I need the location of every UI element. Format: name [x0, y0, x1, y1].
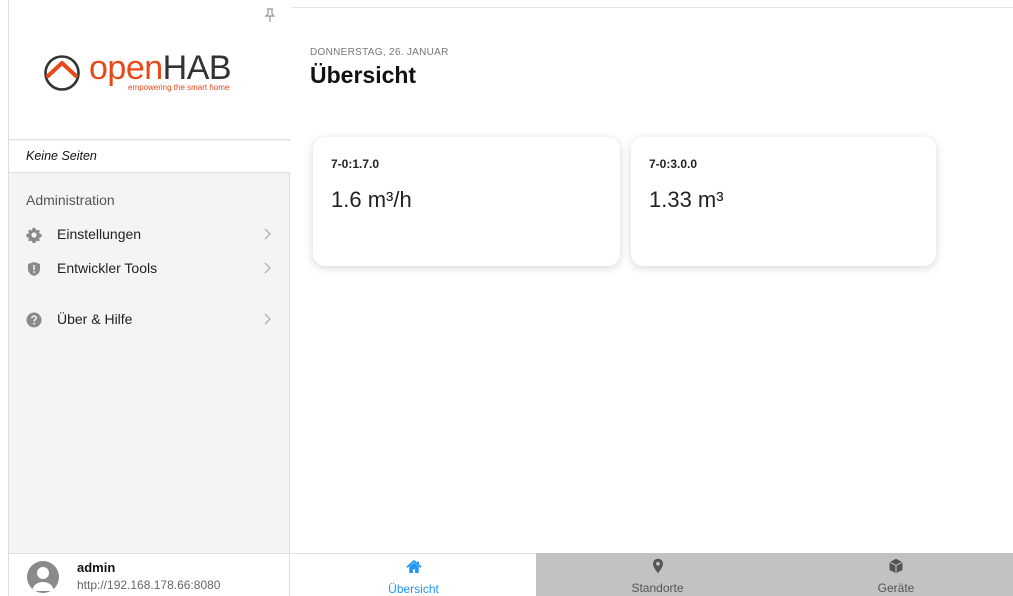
- sidebar-item-label: Entwickler Tools: [57, 260, 158, 276]
- openhab-logo[interactable]: openHAB empowering the smart home: [43, 48, 263, 96]
- sidebar-item-label: Über & Hilfe: [57, 311, 133, 327]
- sidebar: openHAB empowering the smart home Keine …: [9, 0, 290, 596]
- item-card[interactable]: 7-0:3.0.0 1.33 m³: [631, 137, 936, 266]
- logo-brand-open: open: [89, 49, 163, 87]
- tab-geraete[interactable]: Geräte: [779, 553, 1013, 596]
- sidebar-item-label: Einstellungen: [57, 226, 142, 242]
- avatar[interactable]: [27, 561, 59, 593]
- sidebar-item-ueber-hilfe[interactable]: Über & Hilfe: [9, 305, 290, 335]
- server-url: http://192.168.178.66:8080: [77, 578, 221, 592]
- question-icon: [26, 312, 42, 328]
- top-divider: [291, 7, 1013, 8]
- card-label: 7-0:1.7.0: [331, 157, 380, 171]
- tab-label: Standorte: [631, 581, 684, 595]
- gear-icon: [26, 227, 42, 244]
- tab-label: Geräte: [877, 581, 915, 595]
- window-edge: [0, 0, 9, 596]
- sidebar-item-einstellungen[interactable]: Einstellungen: [9, 220, 290, 250]
- administration-heading: Administration: [26, 192, 115, 208]
- location-pin-icon: [650, 558, 666, 574]
- page-title: Übersicht: [310, 62, 417, 88]
- shield-icon: [26, 261, 42, 277]
- openhab-app: openHAB empowering the smart home Keine …: [0, 0, 1013, 596]
- sidebar-header: openHAB empowering the smart home: [9, 0, 290, 140]
- openhab-logo-icon: [44, 55, 80, 91]
- username: admin: [77, 560, 116, 575]
- logo-brand-hab: HAB: [162, 49, 232, 87]
- logo-tagline: empowering the smart home: [128, 83, 230, 92]
- tab-uebersicht[interactable]: Übersicht: [291, 553, 536, 596]
- logo-wordmark: openHAB: [89, 48, 232, 88]
- card-value: 1.6 m³/h: [331, 187, 412, 212]
- user-panel[interactable]: admin http://192.168.178.66:8080: [9, 553, 290, 596]
- sidebar-item-entwickler-tools[interactable]: Entwickler Tools: [9, 254, 290, 284]
- main-content: Donnerstag, 26. Januar Übersicht 7-0:1.7…: [291, 0, 1013, 553]
- chevron-right-icon: [260, 313, 274, 327]
- pin-icon[interactable]: [264, 8, 276, 22]
- cube-icon: [888, 558, 904, 574]
- chevron-right-icon: [260, 262, 274, 276]
- home-icon: [405, 559, 422, 575]
- bottom-tab-bar: Übersicht Standorte Geräte: [291, 553, 1013, 596]
- tab-standorte[interactable]: Standorte: [536, 553, 779, 596]
- current-date: Donnerstag, 26. Januar: [310, 47, 449, 58]
- card-value: 1.33 m³: [649, 187, 724, 212]
- tab-label: Übersicht: [388, 582, 439, 596]
- card-label: 7-0:3.0.0: [649, 157, 698, 171]
- item-card[interactable]: 7-0:1.7.0 1.6 m³/h: [313, 137, 620, 266]
- no-pages-label: Keine Seiten: [9, 141, 290, 173]
- chevron-right-icon: [260, 228, 274, 242]
